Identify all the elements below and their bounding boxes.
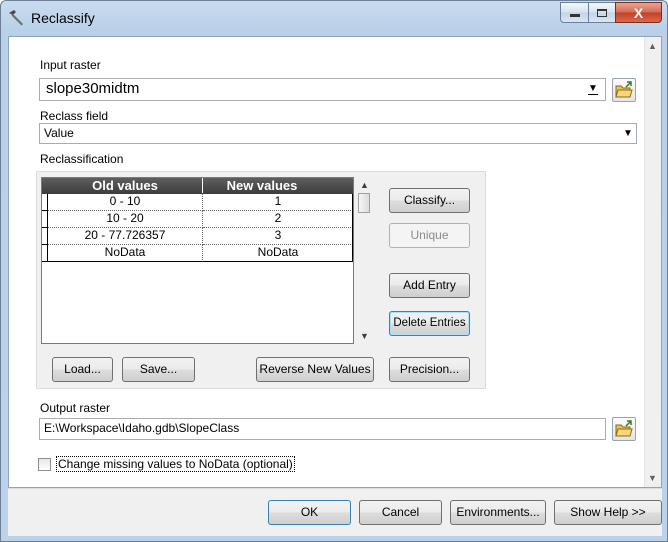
table-header: Old values New values xyxy=(42,178,353,194)
column-header-old-values[interactable]: Old values xyxy=(48,178,203,193)
output-raster-browse-button[interactable] xyxy=(612,417,636,441)
reclass-field-value: Value xyxy=(44,126,74,140)
missing-nodata-label[interactable]: Change missing values to NoData (optiona… xyxy=(56,456,295,472)
new-value-cell[interactable]: NoData xyxy=(203,245,353,262)
table-row[interactable]: 20 - 77.726357 3 xyxy=(42,228,353,245)
ok-button[interactable]: OK xyxy=(268,500,351,525)
column-header-new-values[interactable]: New values xyxy=(203,178,321,193)
window-title: Reclassify xyxy=(31,10,95,26)
output-raster-label: Output raster xyxy=(40,401,111,415)
input-raster-value: slope30midtm xyxy=(46,80,140,97)
scroll-down-icon[interactable]: ▼ xyxy=(360,331,369,341)
input-raster-label: Input raster xyxy=(40,58,101,72)
chevron-down-icon[interactable]: ▼ xyxy=(623,128,633,139)
reclassification-table[interactable]: Old values New values 0 - 10 1 10 - 20 2… xyxy=(41,177,354,344)
scroll-thumb[interactable] xyxy=(358,193,370,213)
minimize-icon xyxy=(569,14,580,17)
input-raster-browse-button[interactable] xyxy=(612,78,636,102)
table-row[interactable]: 10 - 20 2 xyxy=(42,211,353,228)
table-scrollbar[interactable]: ▲ ▼ xyxy=(356,177,373,344)
minimize-button[interactable] xyxy=(560,2,589,23)
save-button[interactable]: Save... xyxy=(122,357,195,382)
old-value-cell[interactable]: 20 - 77.726357 xyxy=(48,228,203,245)
maximize-icon xyxy=(597,8,607,17)
reclassification-label: Reclassification xyxy=(40,152,124,166)
reverse-new-values-button[interactable]: Reverse New Values xyxy=(256,357,374,382)
open-folder-icon xyxy=(615,420,633,437)
old-value-cell[interactable]: 10 - 20 xyxy=(48,211,203,228)
title-bar[interactable]: Reclassify X xyxy=(1,1,667,35)
output-raster-value: E:\Workspace\Idaho.gdb\SlopeClass xyxy=(44,421,240,435)
old-value-cell[interactable]: 0 - 10 xyxy=(48,194,203,211)
load-button[interactable]: Load... xyxy=(52,357,113,382)
add-entry-button[interactable]: Add Entry xyxy=(389,273,470,298)
delete-entries-button[interactable]: Delete Entries xyxy=(389,311,470,336)
reclass-field-label: Reclass field xyxy=(40,109,109,123)
hammer-icon xyxy=(9,10,23,26)
open-folder-icon xyxy=(615,81,633,98)
input-raster-combo[interactable]: slope30midtm xyxy=(39,78,606,101)
close-button[interactable]: X xyxy=(615,2,662,23)
missing-nodata-checkbox[interactable] xyxy=(38,458,51,471)
environments-button[interactable]: Environments... xyxy=(450,500,546,525)
table-row[interactable]: NoData NoData xyxy=(42,245,353,262)
scroll-up-icon[interactable]: ▲ xyxy=(360,180,369,190)
unique-button[interactable]: Unique xyxy=(389,223,470,248)
close-icon: X xyxy=(633,4,644,21)
new-value-cell[interactable]: 2 xyxy=(203,211,353,228)
maximize-button[interactable] xyxy=(588,2,616,23)
scroll-down-icon[interactable]: ▼ xyxy=(648,473,657,483)
output-raster-input[interactable]: E:\Workspace\Idaho.gdb\SlopeClass xyxy=(39,418,606,440)
dialog-scrollbar[interactable]: ▲ ▼ xyxy=(644,37,661,487)
reclass-field-select[interactable]: Value xyxy=(39,123,637,144)
reclassify-window: Reclassify X ▲ ▼ Input raster slope30mid… xyxy=(0,0,668,542)
scroll-up-icon[interactable]: ▲ xyxy=(648,41,657,51)
classify-button[interactable]: Classify... xyxy=(389,188,470,213)
table-row[interactable]: 0 - 10 1 xyxy=(42,194,353,211)
chevron-down-icon[interactable]: ▼ xyxy=(588,83,598,95)
show-help-button[interactable]: Show Help >> xyxy=(554,500,662,525)
new-value-cell[interactable]: 3 xyxy=(203,228,353,245)
new-value-cell[interactable]: 1 xyxy=(203,194,353,211)
old-value-cell[interactable]: NoData xyxy=(48,245,203,262)
cancel-button[interactable]: Cancel xyxy=(359,500,442,525)
precision-button[interactable]: Precision... xyxy=(389,357,470,382)
